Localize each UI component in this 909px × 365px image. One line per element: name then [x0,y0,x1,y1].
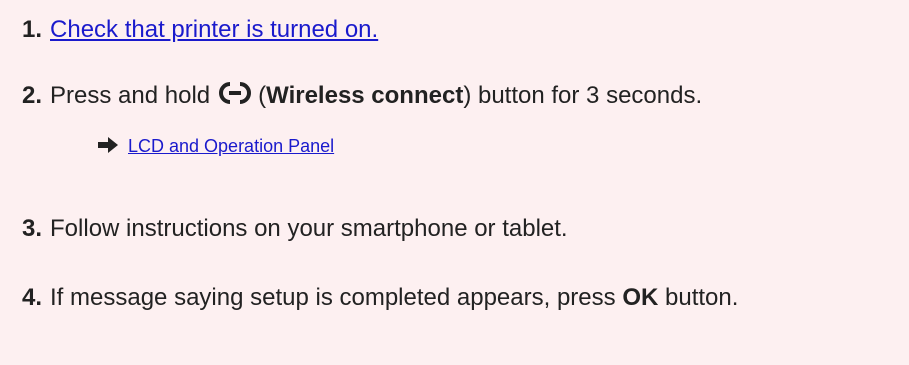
step-4: 4. If message saying setup is completed a… [22,283,738,313]
lcd-panel-reference: LCD and Operation Panel [98,134,334,158]
step-number: 4. [22,284,43,311]
ok-button-label: OK [622,284,659,311]
step-text: Follow instructions on your smartphone o… [50,215,568,242]
wireless-connect-label: Wireless connect [266,82,464,109]
step-text: ) button for 3 seconds. [463,82,703,109]
arrow-right-icon [98,137,118,153]
step-2: 2. Press and hold (Wireless connect) butt… [22,80,702,111]
paren-open: ( [258,82,267,109]
step-3: 3. Follow instructions on your smartphone… [22,214,568,244]
step-number: 1. [22,16,43,43]
step-1: 1. Check that printer is turned on. [22,15,378,45]
step-number: 2. [22,82,43,109]
lcd-operation-panel-link[interactable]: LCD and Operation Panel [128,136,334,156]
step-text: If message saying setup is completed app… [50,284,616,311]
step-number: 3. [22,215,43,242]
step-text: Press and hold [50,82,211,109]
step-text: button. [665,284,739,311]
wireless-connect-icon [219,82,252,104]
check-printer-on-link[interactable]: Check that printer is turned on. [50,16,378,43]
